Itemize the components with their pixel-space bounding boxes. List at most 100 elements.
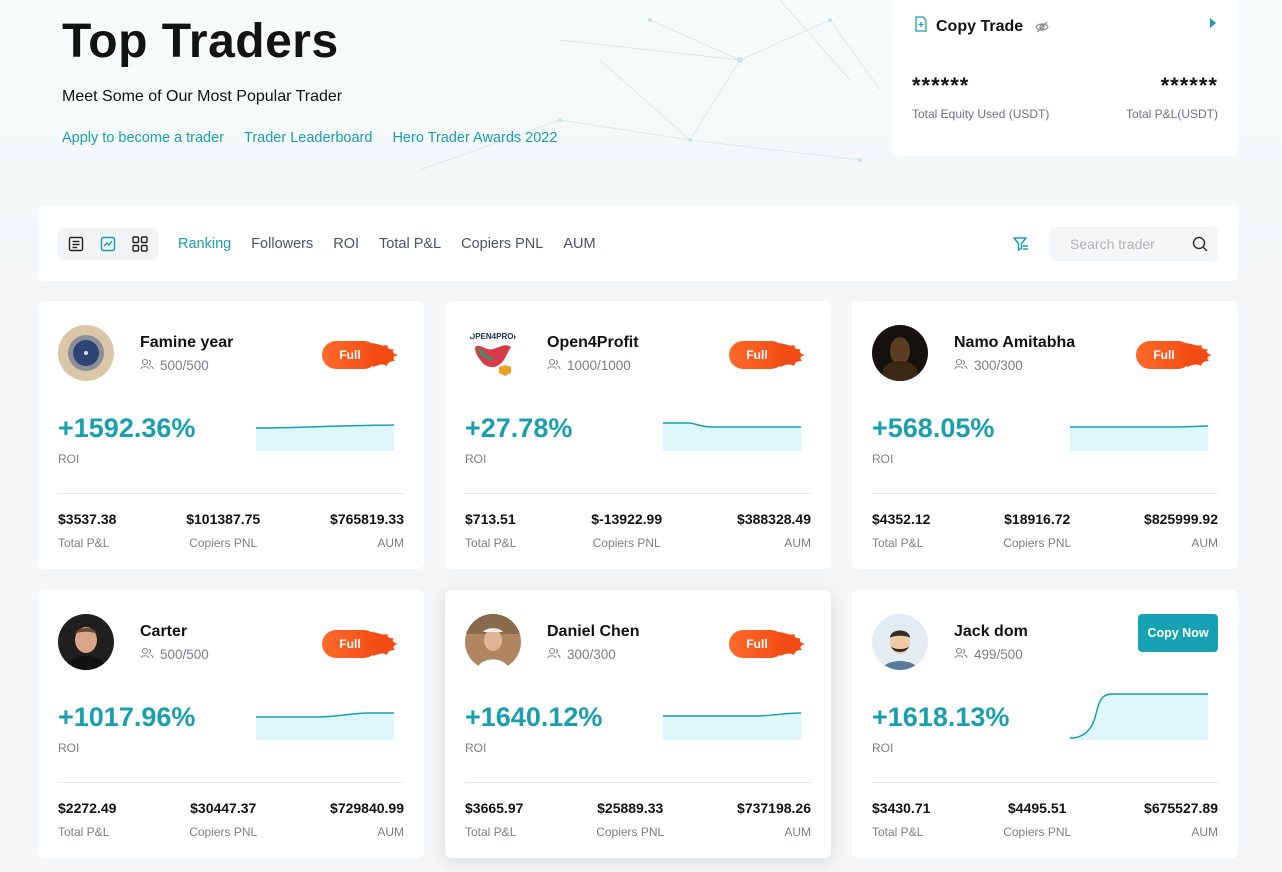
trader-card[interactable]: OPEN4PROFIT Open4Profit 1000/1000 Full +… [445,301,831,569]
chart-icon [100,236,116,251]
view-mode-group [58,227,158,260]
trader-name[interactable]: Daniel Chen [547,623,639,641]
roi-value: +1618.13% [872,702,1010,732]
followers-count: 500/500 [160,357,209,373]
total-pnl-label: Total P&L [465,536,517,550]
apply-trader-link[interactable]: Apply to become a trader [62,130,224,146]
copy-trade-panel: Copy Trade ****** Total Equity Used (USD… [892,0,1238,156]
roi-sparkline [663,712,801,740]
aum-value: $675527.89 [1144,800,1218,816]
roi-label: ROI [465,452,487,466]
copiers-pnl-label: Copiers PNL [592,536,661,550]
search-icon[interactable] [1192,236,1208,252]
chart-view-button[interactable] [94,233,122,255]
tab-followers[interactable]: Followers [251,236,313,252]
caret-right-icon[interactable] [1210,18,1216,28]
full-label: Full [1136,341,1192,369]
total-pnl-label: Total P&L [58,825,110,839]
copy-trade-title: Copy Trade [936,17,1024,35]
total-pnl-value: $3665.97 [465,800,524,816]
tab-ranking[interactable]: Ranking [178,236,231,252]
avatar [465,614,521,670]
aum-label: AUM [377,536,404,550]
copy-now-button[interactable]: Copy Now [1138,614,1218,652]
copiers-pnl-value: $4495.51 [1008,800,1067,816]
roi-label: ROI [872,452,894,466]
trader-name[interactable]: Carter [140,623,209,641]
total-pnl-value: $3430.71 [872,800,931,816]
divider [58,493,404,494]
trader-name[interactable]: Jack dom [954,623,1028,641]
aum-label: AUM [1191,536,1218,550]
avatar [58,614,114,670]
roi-value: +1640.12% [465,702,603,732]
aum-label: AUM [784,825,811,839]
page-title: Top Traders [62,15,339,68]
svg-text:OPEN4PROFIT: OPEN4PROFIT [469,332,521,341]
avatar: OPEN4PROFIT [465,325,521,381]
avatar [58,325,114,381]
full-label: Full [729,341,785,369]
full-label: Full [322,630,378,658]
document-icon [914,16,928,37]
list-view-button[interactable] [62,233,90,255]
grid-view-button[interactable] [126,233,154,255]
sort-tabs: Ranking Followers ROI Total P&L Copiers … [178,236,596,252]
roi-label: ROI [58,452,80,466]
tab-copiers-pnl[interactable]: Copiers PNL [461,236,543,252]
divider [465,782,811,783]
copiers-pnl-label: Copiers PNL [596,825,665,839]
aum-value: $737198.26 [737,800,811,816]
followers-count: 300/300 [567,646,616,662]
users-icon [954,647,968,662]
filter-button[interactable] [1012,235,1030,253]
full-badge: Full [322,628,402,662]
followers-count: 300/300 [974,357,1023,373]
aum-label: AUM [1191,825,1218,839]
roi-label: ROI [872,741,894,755]
tab-roi[interactable]: ROI [333,236,359,252]
copiers-pnl-label: Copiers PNL [189,825,258,839]
total-equity-value: ****** [912,73,970,98]
copy-trade-header[interactable]: Copy Trade [914,16,1218,37]
copiers-pnl-label: Copiers PNL [189,536,258,550]
full-badge: Full [729,339,809,373]
total-pnl-value: $2272.49 [58,800,117,816]
hero-section: Top Traders Meet Some of Our Most Popula… [62,14,557,146]
total-pnl-label: Total P&L [58,536,110,550]
trader-card[interactable]: Famine year 500/500 Full +1592.36% ROI $… [38,301,424,569]
filter-toolbar: Ranking Followers ROI Total P&L Copiers … [38,206,1238,281]
trader-card[interactable]: Namo Amitabha 300/300 Full +568.05% ROI … [852,301,1238,569]
full-badge: Full [1136,339,1216,373]
copiers-pnl-value: $-13922.99 [591,511,663,527]
grid-icon [132,235,148,252]
hero-awards-link[interactable]: Hero Trader Awards 2022 [392,130,557,146]
tab-aum[interactable]: AUM [563,236,595,252]
total-equity-stat: ****** Total Equity Used (USDT) [912,73,1049,121]
trader-card[interactable]: Daniel Chen 300/300 Full +1640.12% ROI $… [445,590,831,858]
trader-card[interactable]: Carter 500/500 Full +1017.96% ROI $2272.… [38,590,424,858]
trader-name[interactable]: Namo Amitabha [954,334,1075,352]
total-pnl-label: Total P&L(USDT) [1125,107,1218,121]
total-pnl-value: $4352.12 [872,511,931,527]
total-pnl-label: Total P&L [465,825,517,839]
roi-sparkline [663,422,801,451]
trader-name[interactable]: Open4Profit [547,334,639,352]
trader-leaderboard-link[interactable]: Trader Leaderboard [244,130,372,146]
roi-value: +1017.96% [58,702,196,732]
total-pnl-label: Total P&L [872,536,924,550]
followers-count: 500/500 [160,646,209,662]
copiers-pnl-value: $25889.33 [597,800,664,816]
trader-card[interactable]: Jack dom 499/500 Copy Now +1618.13% ROI … [852,590,1238,858]
followers-count: 1000/1000 [567,357,631,373]
copiers-pnl-value: $30447.37 [190,800,257,816]
divider [465,493,811,494]
trader-name[interactable]: Famine year [140,334,233,352]
page-subtitle: Meet Some of Our Most Popular Trader [62,88,343,105]
users-icon [547,647,561,662]
roi-sparkline [256,424,394,451]
eye-hidden-icon[interactable] [1035,21,1049,33]
copiers-pnl-value: $101387.75 [186,511,261,527]
search-input[interactable] [1068,234,1192,253]
tab-total-pnl[interactable]: Total P&L [379,236,441,252]
